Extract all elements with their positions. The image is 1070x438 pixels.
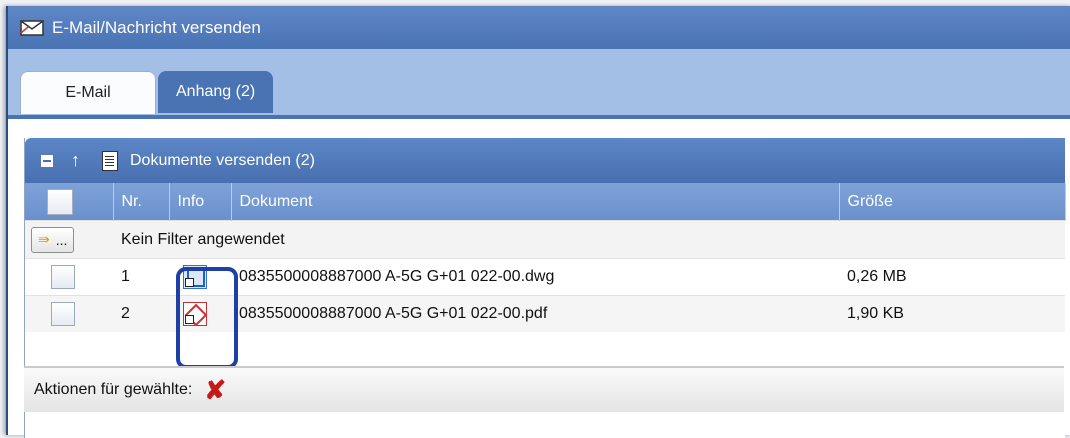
tab-email[interactable]: E-Mail: [20, 71, 156, 114]
actions-bar: Aktionen für gewählte: ✘: [24, 366, 1064, 412]
document-icon: [102, 150, 118, 171]
filter-button-cell: ⇛ ...: [25, 220, 113, 259]
panel-header: ↑ Dokumente versenden (2): [25, 138, 1065, 183]
arrow-up-icon[interactable]: ↑: [71, 150, 80, 171]
column-header-nr[interactable]: Nr.: [113, 183, 170, 221]
delete-x-icon[interactable]: ✘: [204, 377, 226, 403]
actions-label: Aktionen für gewählte:: [34, 381, 193, 398]
row-groesse: 0,26 MB: [839, 258, 1065, 296]
select-all-header: [25, 183, 114, 221]
tab-attachment[interactable]: Anhang (2): [158, 71, 274, 113]
title-bar: E-Mail/Nachricht versenden: [8, 6, 1070, 49]
row-checkbox[interactable]: [51, 302, 75, 326]
filter-arrows-icon: ⇛: [38, 231, 50, 247]
select-all-checkbox[interactable]: [47, 188, 73, 215]
window-title: E-Mail/Nachricht versenden: [52, 17, 261, 37]
filter-row: ⇛ ... Kein Filter angewendet: [25, 220, 1065, 259]
row-groesse: 1,90 KB: [839, 295, 1065, 332]
row-checkbox[interactable]: [51, 265, 75, 289]
table-header-row: Nr. Info Dokument Größe: [25, 183, 1066, 221]
column-header-groesse[interactable]: Größe: [839, 183, 1066, 221]
panel-title: Dokumente versenden (2): [130, 151, 315, 169]
row-select-cell: [25, 295, 113, 332]
row-dokument[interactable]: 0835500008887000 A-5G G+01 022-00.dwg: [231, 258, 839, 296]
mail-envelope-icon: [20, 19, 44, 36]
column-header-info[interactable]: Info: [169, 183, 232, 221]
row-select-cell: [25, 258, 113, 296]
filter-button[interactable]: ⇛ ...: [31, 226, 75, 253]
tab-bar: E-Mail Anhang (2): [8, 49, 1070, 119]
collapse-icon[interactable]: [41, 154, 53, 167]
row-nr: 2: [113, 295, 169, 332]
row-nr: 1: [113, 258, 169, 296]
info-column-highlight: [176, 267, 238, 369]
filter-button-label: ...: [55, 231, 68, 248]
row-dokument[interactable]: 0835500008887000 A-5G G+01 022-00.pdf: [231, 295, 839, 332]
column-header-dokument[interactable]: Dokument: [231, 183, 840, 221]
filter-status: Kein Filter angewendet: [113, 220, 1065, 259]
